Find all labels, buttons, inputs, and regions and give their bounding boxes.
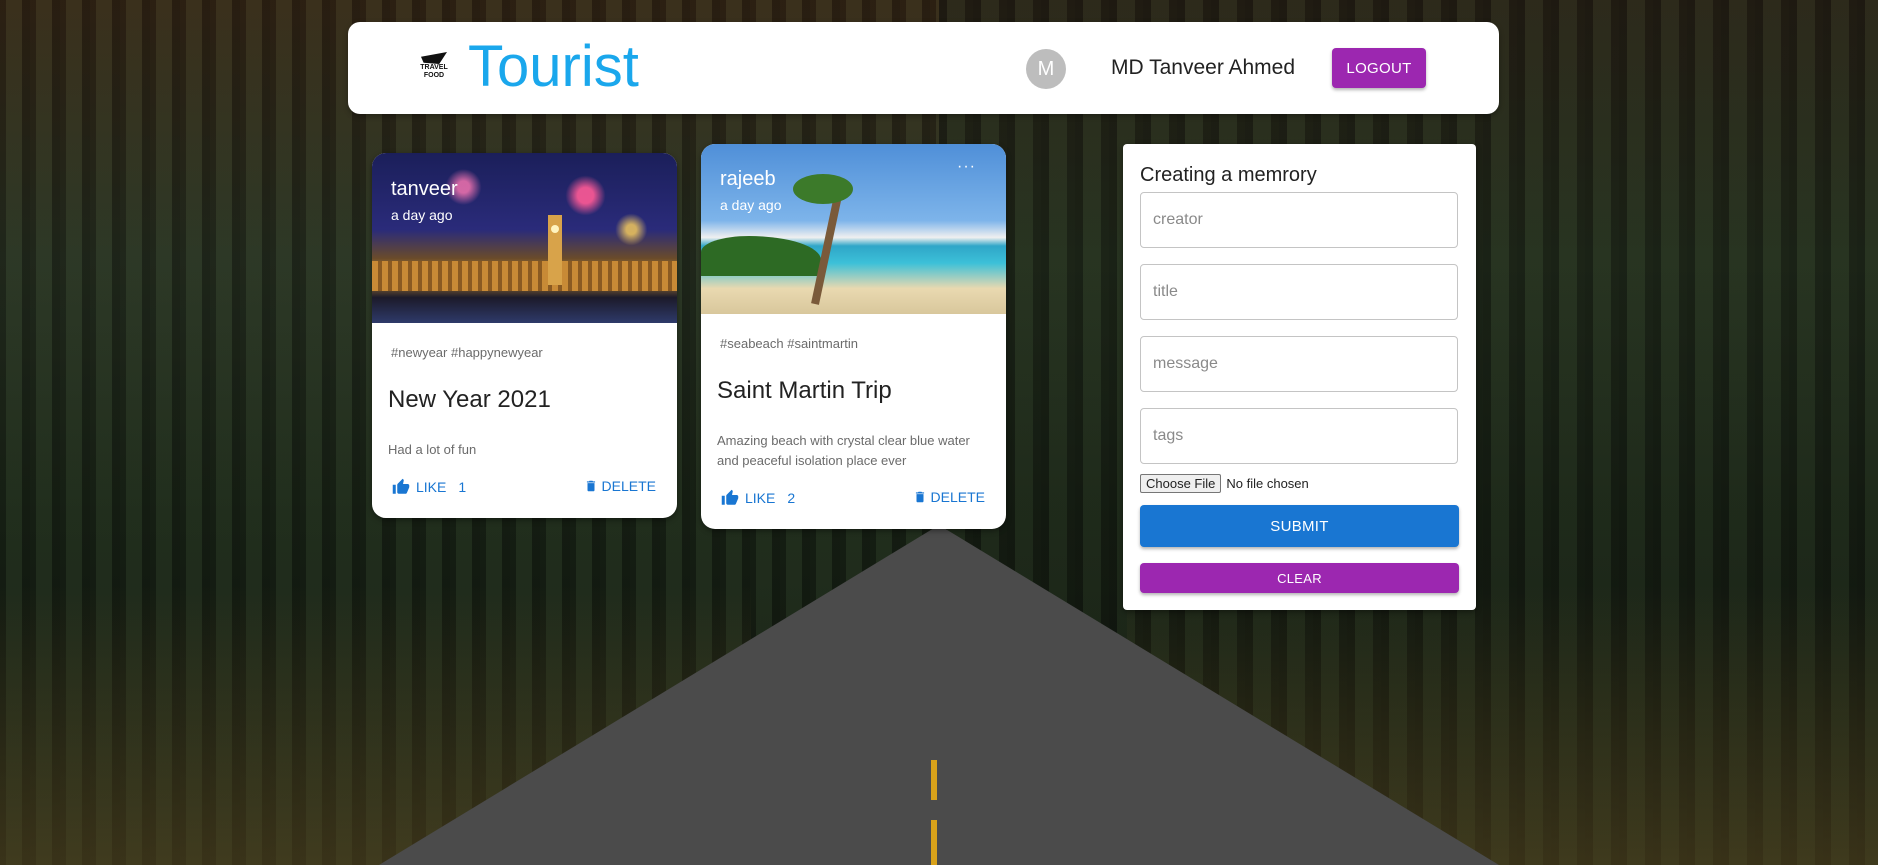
post-creator: rajeeb	[720, 168, 776, 190]
title-input[interactable]	[1141, 265, 1457, 319]
clock-face	[551, 225, 559, 233]
trash-icon	[915, 491, 924, 503]
post-actions: LIKE 1 DELETE	[372, 474, 677, 518]
post-message: Amazing beach with crystal clear blue wa…	[717, 433, 970, 468]
palm-fronds	[793, 174, 853, 204]
post-image: tanveer a day ago	[372, 153, 677, 323]
like-label: LIKE	[745, 490, 776, 506]
thumb-up-icon	[392, 478, 410, 494]
post-title: Saint Martin Trip	[717, 377, 892, 404]
file-upload: Choose File No file chosen	[1140, 474, 1309, 493]
post-image: rajeeb a day ago ···	[701, 144, 1006, 314]
trash-icon	[586, 480, 595, 492]
post-message: Had a lot of fun	[388, 442, 477, 457]
creator-field	[1140, 192, 1458, 248]
like-count: 2	[787, 490, 796, 506]
choose-file-button[interactable]: Choose File	[1140, 474, 1222, 493]
app-header: TRAVEL FOOD Tourist M MD Tanveer Ahmed L…	[348, 22, 1499, 114]
like-count: 1	[458, 479, 467, 495]
post-actions: LIKE 2 DELETE	[701, 485, 1006, 529]
submit-button[interactable]: SUBMIT	[1140, 505, 1459, 547]
travel-food-logo[interactable]: TRAVEL FOOD	[416, 52, 452, 84]
post-time: a day ago	[720, 197, 782, 213]
delete-button[interactable]: DELETE	[913, 489, 985, 505]
skyline	[372, 261, 677, 291]
username: MD Tanveer Ahmed	[1111, 56, 1296, 79]
lane-marking	[931, 820, 937, 865]
post-tags: #seabeach #saintmartin	[720, 336, 859, 351]
post-time: a day ago	[391, 207, 453, 223]
tags-input[interactable]	[1141, 409, 1457, 463]
post-title: New Year 2021	[388, 386, 551, 413]
delete-label: DELETE	[601, 478, 656, 494]
post-creator: tanveer	[391, 178, 458, 200]
title-field	[1140, 264, 1458, 320]
file-status: No file chosen	[1226, 476, 1309, 491]
tags-field	[1140, 408, 1458, 464]
post-tags: #newyear #happynewyear	[391, 345, 543, 360]
delete-label: DELETE	[930, 489, 985, 505]
beach-trees	[701, 236, 821, 276]
post-card: tanveer a day ago #newyear #happynewyear…	[372, 153, 677, 518]
more-options-icon[interactable]: ···	[957, 158, 976, 176]
form-heading: Creating a memrory	[1140, 164, 1317, 186]
like-button[interactable]: LIKE 2	[721, 489, 795, 507]
like-button[interactable]: LIKE 1	[392, 478, 466, 496]
like-label: LIKE	[416, 479, 447, 495]
message-input[interactable]	[1141, 337, 1457, 391]
lane-marking	[931, 760, 937, 800]
post-card: rajeeb a day ago ··· #seabeach #saintmar…	[701, 144, 1006, 529]
logo-swoosh-icon	[421, 52, 447, 64]
message-field	[1140, 336, 1458, 392]
logout-button[interactable]: LOGOUT	[1332, 48, 1426, 88]
delete-button[interactable]: DELETE	[584, 478, 656, 494]
thumb-up-icon	[721, 489, 739, 505]
memory-form: Creating a memrory Choose File No file c…	[1123, 144, 1476, 610]
creator-input[interactable]	[1141, 193, 1457, 247]
clear-button[interactable]: CLEAR	[1140, 563, 1459, 593]
avatar: M	[1026, 49, 1066, 89]
brand-title[interactable]: Tourist	[468, 32, 639, 102]
logo-text: TRAVEL FOOD	[420, 64, 448, 79]
